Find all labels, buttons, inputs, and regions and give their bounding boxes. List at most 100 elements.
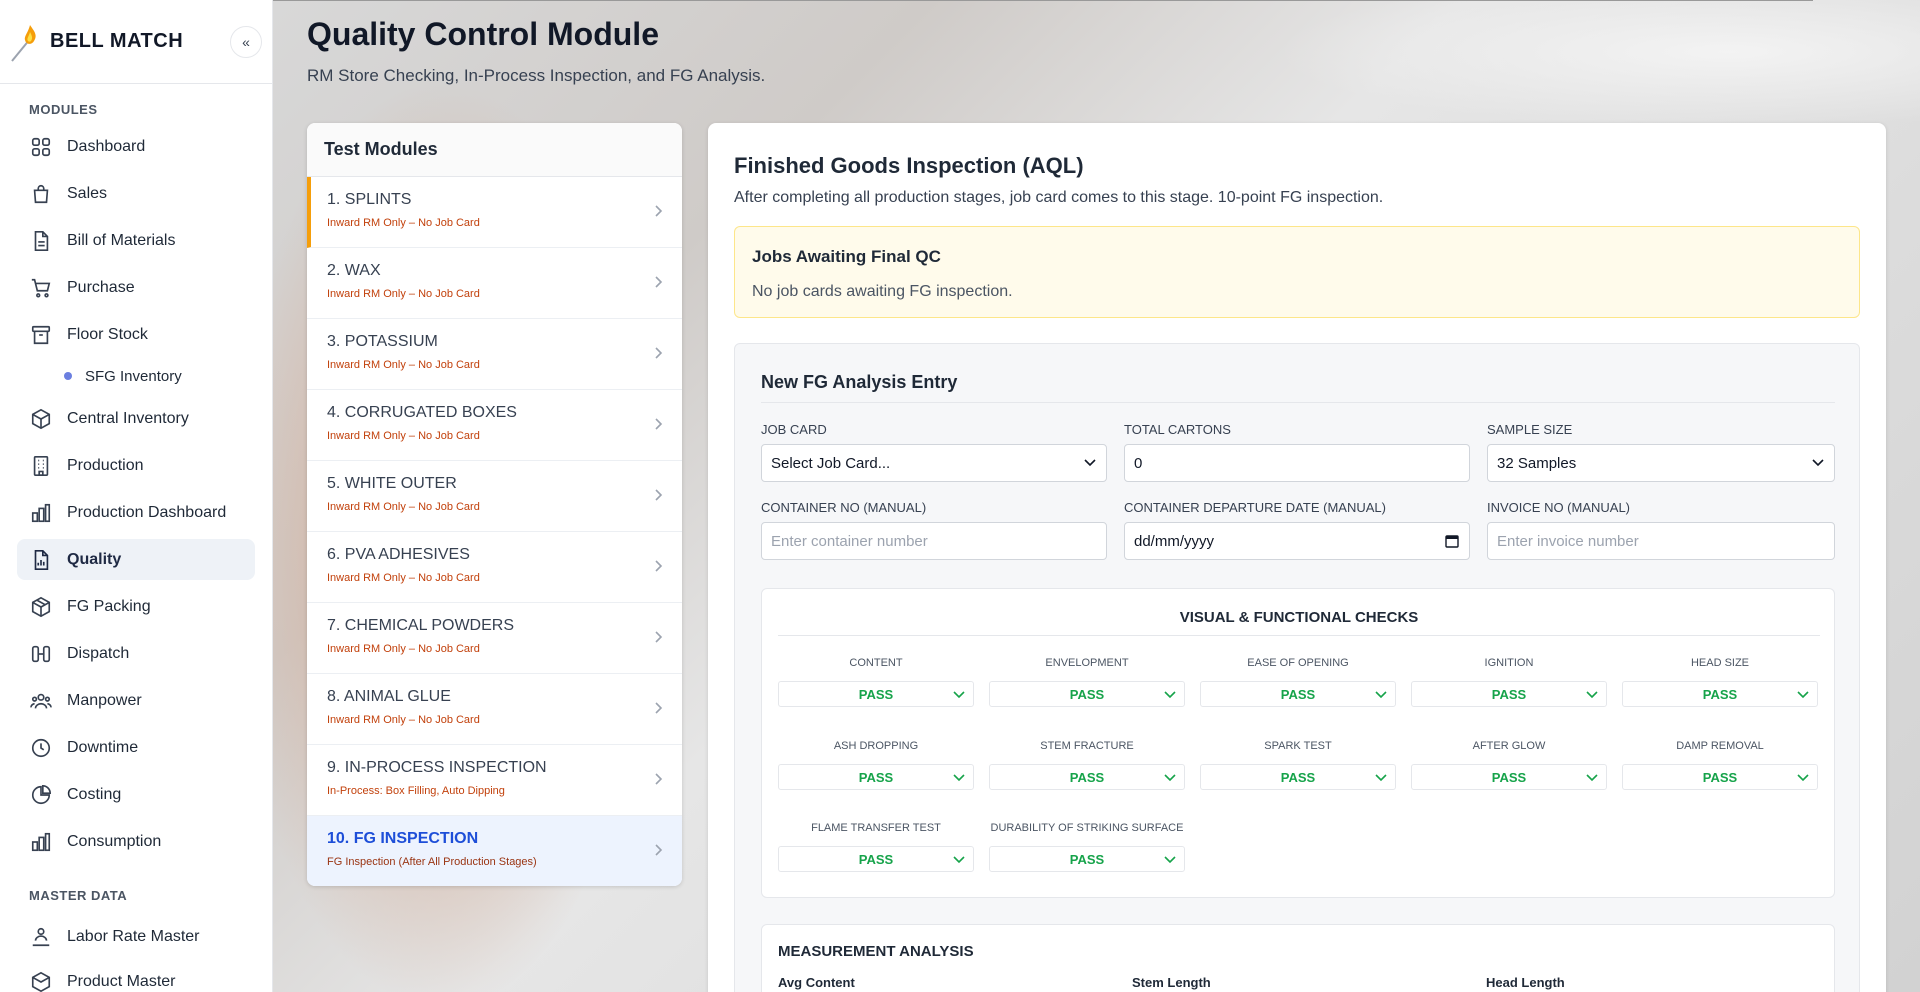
grid-icon xyxy=(31,137,51,156)
check-result-value: PASS xyxy=(858,769,894,785)
select-value: 32 Samples xyxy=(1497,454,1577,472)
sidebar-item-label: Bill of Materials xyxy=(67,231,176,249)
test-module-item[interactable]: 6. PVA ADHESIVES Inward RM Only – No Job… xyxy=(307,532,682,603)
test-module-item[interactable]: 2. WAX Inward RM Only – No Job Card xyxy=(307,248,682,319)
chevron-down-icon xyxy=(1084,459,1096,467)
box-icon xyxy=(31,408,51,429)
check-label: DAMP REMOVAL xyxy=(1676,740,1764,752)
test-module-item[interactable]: 5. WHITE OUTER Inward RM Only – No Job C… xyxy=(307,461,682,532)
sidebar-item-bill-of-materials[interactable]: Bill of Materials xyxy=(17,220,255,261)
master-data-section-label: MASTER DATA xyxy=(29,888,128,903)
sample-size-select[interactable]: 32 Samples xyxy=(1487,444,1835,482)
check-result-select[interactable]: PASS xyxy=(1622,764,1818,790)
sidebar-subitem-label: SFG Inventory xyxy=(85,367,182,385)
pie-chart-icon xyxy=(31,784,51,804)
panel-title: Finished Goods Inspection (AQL) xyxy=(734,153,1084,178)
divider xyxy=(761,402,1835,403)
chevron-right-icon xyxy=(655,560,663,572)
check-field: DAMP REMOVAL PASS xyxy=(1622,740,1818,790)
bar-chart-icon xyxy=(31,832,51,851)
check-result-select[interactable]: PASS xyxy=(778,764,974,790)
job-card-select[interactable]: Select Job Card... xyxy=(761,444,1107,482)
check-result-select[interactable]: PASS xyxy=(1200,764,1396,790)
collapse-sidebar-button[interactable]: « xyxy=(230,26,262,58)
check-result-select[interactable]: PASS xyxy=(1200,681,1396,707)
clock-icon xyxy=(31,738,51,757)
test-module-item[interactable]: 8. ANIMAL GLUE Inward RM Only – No Job C… xyxy=(307,674,682,745)
test-module-name: 1. SPLINTS xyxy=(327,191,412,208)
report-icon xyxy=(34,549,49,570)
sidebar-item-production-dashboard[interactable]: Production Dashboard xyxy=(17,492,255,533)
invoice-no-input[interactable]: Enter invoice number xyxy=(1487,522,1835,560)
chevron-down-icon xyxy=(1164,691,1176,699)
page-subtitle: RM Store Checking, In-Process Inspection… xyxy=(307,66,766,85)
test-module-subtitle: Inward RM Only – No Job Card xyxy=(327,643,480,655)
sidebar-item-purchase[interactable]: Purchase xyxy=(17,267,255,308)
check-label: IGNITION xyxy=(1484,657,1534,669)
total-cartons-input[interactable]: 0 xyxy=(1124,444,1470,482)
sidebar-item-sales[interactable]: Sales xyxy=(17,173,255,214)
check-label: FLAME TRANSFER TEST xyxy=(811,822,941,834)
sidebar-item-production[interactable]: Production xyxy=(17,445,255,486)
header-border xyxy=(273,0,1813,1)
test-module-item[interactable]: 4. CORRUGATED BOXES Inward RM Only – No … xyxy=(307,390,682,461)
sidebar-item-label: Purchase xyxy=(67,278,135,296)
check-result-select[interactable]: PASS xyxy=(1411,681,1607,707)
sidebar-item-downtime[interactable]: Downtime xyxy=(17,727,255,768)
sidebar-item-central-inventory[interactable]: Central Inventory xyxy=(17,398,255,439)
field-label: CONTAINER DEPARTURE DATE (MANUAL) xyxy=(1124,500,1386,515)
test-module-subtitle: Inward RM Only – No Job Card xyxy=(327,288,480,300)
check-field: FLAME TRANSFER TEST PASS xyxy=(778,822,974,872)
jobs-awaiting-text: No job cards awaiting FG inspection. xyxy=(752,283,1013,300)
container-no-input[interactable]: Enter container number xyxy=(761,522,1107,560)
departure-date-field: CONTAINER DEPARTURE DATE (MANUAL) dd/mm/… xyxy=(1124,500,1470,560)
sidebar-item-dispatch[interactable]: Dispatch xyxy=(17,633,255,674)
package-icon xyxy=(31,596,51,617)
sidebar-item-quality[interactable]: Quality xyxy=(17,539,255,580)
entry-title: New FG Analysis Entry xyxy=(761,372,958,392)
sidebar-item-floor-stock[interactable]: Floor Stock xyxy=(17,314,255,355)
departure-date-input[interactable]: dd/mm/yyyy xyxy=(1124,522,1470,560)
sidebar-item-label: Product Master xyxy=(67,972,176,990)
test-module-name: 4. CORRUGATED BOXES xyxy=(327,404,517,421)
test-module-item[interactable]: 9. IN-PROCESS INSPECTION In-Process: Box… xyxy=(307,745,682,816)
page-title: Quality Control Module xyxy=(307,16,659,52)
check-label: ENVELOPMENT xyxy=(1045,657,1129,669)
check-result-select[interactable]: PASS xyxy=(989,681,1185,707)
sidebar-item-product-master[interactable]: Product Master xyxy=(17,961,255,992)
test-module-item[interactable]: 3. POTASSIUM Inward RM Only – No Job Car… xyxy=(307,319,682,390)
building-icon xyxy=(33,455,49,476)
sidebar-item-label: Production Dashboard xyxy=(67,503,227,521)
sidebar-subitem-sfg-inventory[interactable]: SFG Inventory xyxy=(0,360,272,392)
sidebar-item-consumption[interactable]: Consumption xyxy=(17,821,255,862)
sidebar-item-labor-rate-master[interactable]: Labor Rate Master xyxy=(17,916,255,957)
check-result-select[interactable]: PASS xyxy=(778,846,974,872)
check-field: CONTENT PASS xyxy=(778,657,974,707)
check-label: STEM FRACTURE xyxy=(1040,740,1134,752)
visual-checks-title: VISUAL & FUNCTIONAL CHECKS xyxy=(1179,609,1419,626)
sample-size-field: SAMPLE SIZE 32 Samples xyxy=(1487,422,1835,482)
chevron-down-icon xyxy=(953,774,965,782)
check-result-select[interactable]: PASS xyxy=(1411,764,1607,790)
sidebar-item-dashboard[interactable]: Dashboard xyxy=(17,126,255,167)
check-result-value: PASS xyxy=(1702,686,1738,702)
input-placeholder: Enter invoice number xyxy=(1497,532,1639,550)
field-label: INVOICE NO (MANUAL) xyxy=(1487,500,1631,515)
fg-inspection-panel: Finished Goods Inspection (AQL) After co… xyxy=(708,123,1886,992)
calendar-icon[interactable] xyxy=(1445,534,1459,548)
sidebar-item-fg-packing[interactable]: FG Packing xyxy=(17,586,255,627)
check-result-select[interactable]: PASS xyxy=(1622,681,1818,707)
test-module-item[interactable]: 1. SPLINTS Inward RM Only – No Job Card xyxy=(307,177,682,248)
sidebar-item-costing[interactable]: Costing xyxy=(17,774,255,815)
sidebar-item-manpower[interactable]: Manpower xyxy=(17,680,255,721)
chevron-right-icon xyxy=(655,205,663,217)
check-result-select[interactable]: PASS xyxy=(989,764,1185,790)
test-module-name: 5. WHITE OUTER xyxy=(327,475,457,492)
test-module-name: 8. ANIMAL GLUE xyxy=(327,688,451,705)
test-module-item-selected[interactable]: 10. FG INSPECTION FG Inspection (After A… xyxy=(307,816,682,886)
test-module-item[interactable]: 7. CHEMICAL POWDERS Inward RM Only – No … xyxy=(307,603,682,674)
test-module-subtitle: Inward RM Only – No Job Card xyxy=(327,501,480,513)
chevron-down-icon xyxy=(1164,856,1176,864)
check-result-select[interactable]: PASS xyxy=(778,681,974,707)
check-result-select[interactable]: PASS xyxy=(989,846,1185,872)
